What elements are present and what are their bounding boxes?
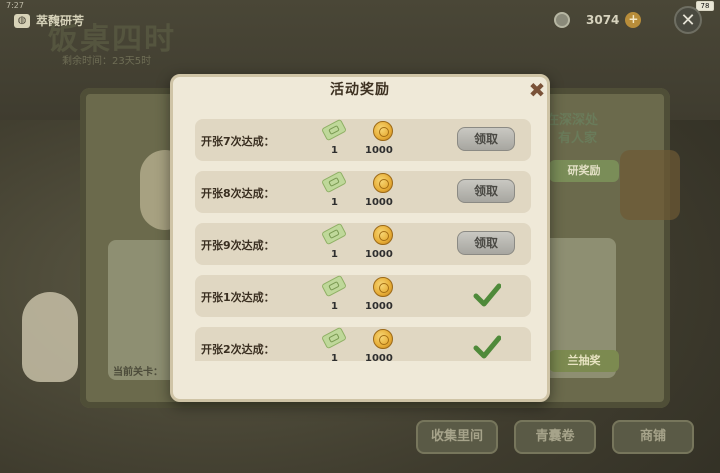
research-reward-button[interactable]: 研奖励 (549, 160, 619, 182)
ticket-icon (321, 170, 347, 194)
close-icon[interactable]: ✕ (674, 6, 702, 34)
reward-row: 开张1次达成： 1 1000 (195, 274, 531, 317)
coin-icon (373, 277, 393, 297)
claim-button[interactable]: 领取 (457, 179, 515, 203)
coin-quantity: 1000 (365, 197, 393, 208)
dialog-close-icon[interactable]: ✖ (527, 80, 547, 100)
reward-row: 开张9次达成： 1 1000 领取 (195, 222, 531, 265)
currency-coin-icon (554, 12, 570, 28)
collection-button[interactable]: 收集里间 (416, 420, 498, 454)
coin-quantity: 1000 (365, 353, 393, 361)
side-banner-line1: 在深深处 (546, 113, 599, 128)
scroll-button[interactable]: 青囊卷 (514, 420, 596, 454)
add-currency-button[interactable]: + (625, 12, 642, 28)
coin-quantity: 1000 (365, 249, 393, 260)
vegetable-basket (620, 150, 680, 220)
battery-indicator: 78 (696, 1, 714, 11)
checkmark-icon (473, 283, 501, 307)
reward-condition: 开张1次达成： (201, 291, 275, 304)
currency-bar: 3074 + (554, 7, 642, 33)
character-radish (22, 292, 78, 382)
ticket-quantity: 1 (331, 145, 338, 156)
ticket-quantity: 1 (331, 197, 338, 208)
reward-condition: 开张8次达成： (201, 187, 275, 200)
reward-row: 开张2次达成： 1 1000 (195, 326, 531, 361)
lottery-button[interactable]: 兰抽奖 (549, 350, 619, 372)
currency-amount: 3074 (586, 13, 620, 27)
claim-button[interactable]: 领取 (457, 231, 515, 255)
coin-quantity: 1000 (365, 145, 393, 156)
side-banner: 在深深处 有人家 (546, 112, 598, 148)
ticket-icon (321, 222, 347, 246)
current-stage-label: 当前关卡： (113, 367, 163, 378)
ticket-quantity: 1 (331, 301, 338, 312)
reward-condition: 开张9次达成： (201, 239, 275, 252)
ticket-icon (321, 274, 347, 298)
reward-condition: 开张2次达成： (201, 343, 275, 356)
coin-icon (373, 121, 393, 141)
coin-icon (373, 329, 393, 349)
reward-dialog: 活动奖励 ✖ 开张7次达成： 1 1000 领取 开张8次达成： 1 1000 … (170, 74, 550, 402)
status-time: 7:27 (6, 1, 24, 10)
coin-icon (373, 225, 393, 245)
shop-button[interactable]: 商铺 (612, 420, 694, 454)
side-banner-line2: 有人家 (558, 131, 598, 146)
remaining-time: 剩余时间：23天5时 (62, 56, 152, 67)
reward-condition: 开张7次达成： (201, 135, 275, 148)
dialog-title: 活动奖励 (330, 82, 390, 98)
ticket-quantity: 1 (331, 249, 338, 260)
reward-row: 开张8次达成： 1 1000 领取 (195, 170, 531, 213)
ticket-quantity: 1 (331, 353, 338, 361)
reward-row: 开张7次达成： 1 1000 领取 (195, 118, 531, 161)
checkmark-icon (473, 335, 501, 359)
bowl-icon: ◍ (14, 13, 30, 28)
reward-list[interactable]: 开张7次达成： 1 1000 领取 开张8次达成： 1 1000 领取 开张9次… (181, 111, 539, 361)
ticket-icon (321, 326, 347, 350)
ticket-icon (321, 118, 347, 142)
claim-button[interactable]: 领取 (457, 127, 515, 151)
coin-icon (373, 173, 393, 193)
coin-quantity: 1000 (365, 301, 393, 312)
